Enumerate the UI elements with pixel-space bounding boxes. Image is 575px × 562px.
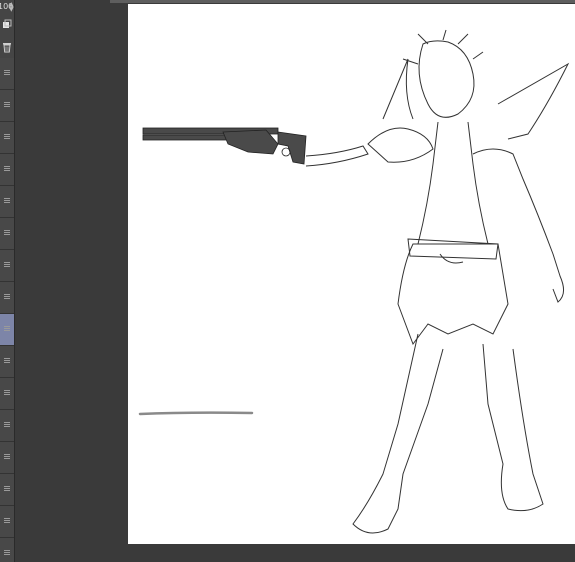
- drag-handle-icon[interactable]: [4, 550, 10, 556]
- brush-stroke: [138, 411, 254, 416]
- drag-handle-icon[interactable]: [4, 326, 10, 332]
- drag-handle-icon[interactable]: [4, 166, 10, 172]
- layer-row[interactable]: [0, 154, 14, 186]
- layer-row[interactable]: [0, 378, 14, 410]
- drag-handle-icon[interactable]: [4, 230, 10, 236]
- layer-row[interactable]: [0, 186, 14, 218]
- layer-property-icon[interactable]: [0, 17, 14, 31]
- character-lineart: [305, 29, 570, 534]
- drag-handle-icon[interactable]: [4, 358, 10, 364]
- trash-icon[interactable]: [0, 40, 14, 54]
- layer-row[interactable]: [0, 410, 14, 442]
- opacity-spinner-icon[interactable]: ▲ ▼: [9, 2, 14, 13]
- drag-handle-icon[interactable]: [4, 70, 10, 76]
- layer-row[interactable]: [0, 218, 14, 250]
- layer-row[interactable]: [0, 538, 14, 562]
- drag-handle-icon[interactable]: [4, 134, 10, 140]
- workspace: [15, 0, 575, 562]
- drag-handle-icon[interactable]: [4, 390, 10, 396]
- layer-row[interactable]: [0, 58, 14, 90]
- drag-handle-icon[interactable]: [4, 454, 10, 460]
- artwork: [138, 29, 570, 534]
- drag-handle-icon[interactable]: [4, 486, 10, 492]
- drag-handle-icon[interactable]: [4, 262, 10, 268]
- horizontal-scrollbar[interactable]: [110, 0, 575, 3]
- layer-panel: 100 ▲▼: [0, 0, 15, 562]
- shotgun-drawing: [142, 127, 307, 165]
- layer-row[interactable]: [0, 282, 14, 314]
- layer-row[interactable]: [0, 314, 14, 346]
- layer-row[interactable]: [0, 346, 14, 378]
- layer-row[interactable]: [0, 122, 14, 154]
- layer-row[interactable]: [0, 474, 14, 506]
- layer-row[interactable]: [0, 250, 14, 282]
- drag-handle-icon[interactable]: [4, 518, 10, 524]
- drag-handle-icon[interactable]: [4, 422, 10, 428]
- layer-toolbar: 100 ▲▼: [0, 0, 14, 58]
- layer-row[interactable]: [0, 442, 14, 474]
- layer-list: [0, 58, 14, 562]
- drag-handle-icon[interactable]: [4, 102, 10, 108]
- drag-handle-icon[interactable]: [4, 294, 10, 300]
- layer-row[interactable]: [0, 506, 14, 538]
- layer-row[interactable]: [0, 90, 14, 122]
- drag-handle-icon[interactable]: [4, 198, 10, 204]
- drawing-canvas[interactable]: [128, 4, 575, 544]
